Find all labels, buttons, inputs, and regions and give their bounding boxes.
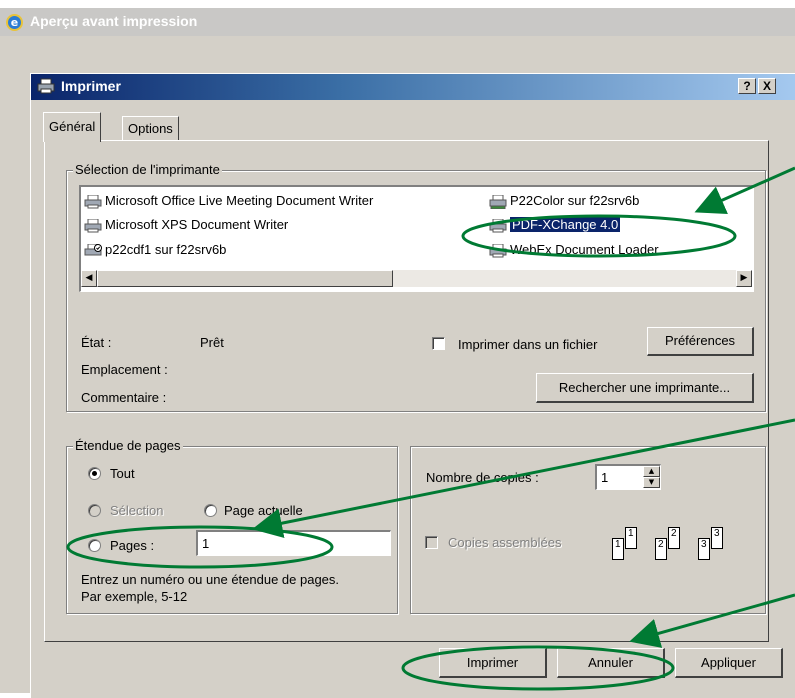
dialog-title: Imprimer xyxy=(61,78,121,94)
printer-item-selected[interactable]: PDF-XChange 4.0 xyxy=(489,217,621,237)
page-range-pages-label: Pages : xyxy=(110,538,155,553)
copies-label: Nombre de copies : xyxy=(426,470,539,485)
print-button[interactable]: Imprimer xyxy=(439,648,547,678)
printer-icon xyxy=(489,218,507,233)
tab-general[interactable]: Général xyxy=(43,112,102,142)
spin-up-icon[interactable]: ▲ xyxy=(643,466,660,477)
tab-general-label: Général xyxy=(49,119,96,134)
page-range-selection-radio[interactable] xyxy=(88,504,101,517)
copies-value: 1 xyxy=(601,470,609,485)
page-range-help-line1: Entrez un numéro ou une étendue de pages… xyxy=(81,572,340,587)
collate-page: 1 xyxy=(625,527,637,549)
help-button[interactable]: ? xyxy=(738,78,756,94)
printer-label: PDF-XChange 4.0 xyxy=(510,217,621,232)
scroll-left-icon[interactable]: ◀ xyxy=(81,270,97,287)
printer-label: WebEx Document Loader xyxy=(510,242,659,257)
pages-input[interactable]: 1 xyxy=(196,530,391,556)
page-range-current-radio[interactable] xyxy=(204,504,217,517)
outer-window-titlebar: e Aperçu avant impression xyxy=(0,8,795,36)
comment-label: Commentaire : xyxy=(81,390,167,405)
dialog-titlebar: Imprimer ? X xyxy=(31,74,795,100)
page-range-all-label: Tout xyxy=(110,466,135,481)
spin-down-icon[interactable]: ▼ xyxy=(643,477,660,488)
internet-explorer-icon: e xyxy=(6,14,23,31)
printer-icon xyxy=(84,194,102,209)
preferences-button[interactable]: Préférences xyxy=(647,327,754,356)
printer-selection-legend: Sélection de l'imprimante xyxy=(73,162,222,177)
page-range-all-radio[interactable] xyxy=(88,467,101,480)
close-button[interactable]: X xyxy=(758,78,776,94)
default-network-printer-icon xyxy=(84,243,102,256)
collate-checkbox[interactable] xyxy=(425,536,438,549)
status-label: État : xyxy=(81,335,112,350)
tab-options[interactable]: Options xyxy=(122,116,179,140)
tab-options-label: Options xyxy=(128,121,173,136)
printer-label: Microsoft Office Live Meeting Document W… xyxy=(105,193,374,208)
printer-label: Microsoft XPS Document Writer xyxy=(105,217,289,232)
collate-page: 3 xyxy=(698,538,710,560)
pages-input-value: 1 xyxy=(202,536,210,551)
collate-page: 1 xyxy=(612,538,624,560)
network-printer-icon xyxy=(489,194,507,209)
scroll-right-icon[interactable]: ▶ xyxy=(736,270,752,287)
copies-spinner[interactable]: 1 ▲ ▼ xyxy=(595,464,661,490)
apply-button[interactable]: Appliquer xyxy=(675,648,783,678)
collate-page: 2 xyxy=(655,538,667,560)
outer-window-title: Aperçu avant impression xyxy=(30,13,198,29)
page-range-legend: Étendue de pages xyxy=(73,438,183,453)
print-to-file-label: Imprimer dans un fichier xyxy=(458,337,598,352)
printer-list-scrollbar[interactable]: ◀ ▶ xyxy=(81,270,752,287)
printer-label: P22Color sur f22srv6b xyxy=(510,193,640,208)
page-range-selection-label: Sélection xyxy=(110,503,164,518)
page-range-pages-radio[interactable] xyxy=(88,539,101,552)
printer-icon xyxy=(489,243,507,258)
printer-item[interactable]: p22cdf1 sur f22srv6b xyxy=(84,242,226,262)
printer-item[interactable]: Microsoft Office Live Meeting Document W… xyxy=(84,193,373,213)
collate-label: Copies assemblées xyxy=(448,535,562,550)
page-range-current-label: Page actuelle xyxy=(224,503,303,518)
find-printer-button[interactable]: Rechercher une imprimante... xyxy=(536,373,754,403)
collate-page: 3 xyxy=(711,527,723,549)
printer-item[interactable]: P22Color sur f22srv6b xyxy=(489,193,639,213)
collate-page: 2 xyxy=(668,527,680,549)
printer-item[interactable]: Microsoft XPS Document Writer xyxy=(84,217,288,237)
status-value: Prêt xyxy=(200,335,224,350)
print-to-file-checkbox[interactable] xyxy=(432,337,445,350)
printer-icon xyxy=(84,218,102,233)
location-label: Emplacement : xyxy=(81,362,168,377)
printer-item[interactable]: WebEx Document Loader xyxy=(489,242,659,262)
printer-label: p22cdf1 sur f22srv6b xyxy=(105,242,227,257)
printer-icon xyxy=(37,78,55,94)
scrollbar-thumb[interactable] xyxy=(97,270,393,287)
page-range-help-line2: Par exemple, 5-12 xyxy=(81,589,188,604)
cancel-button[interactable]: Annuler xyxy=(557,648,665,678)
